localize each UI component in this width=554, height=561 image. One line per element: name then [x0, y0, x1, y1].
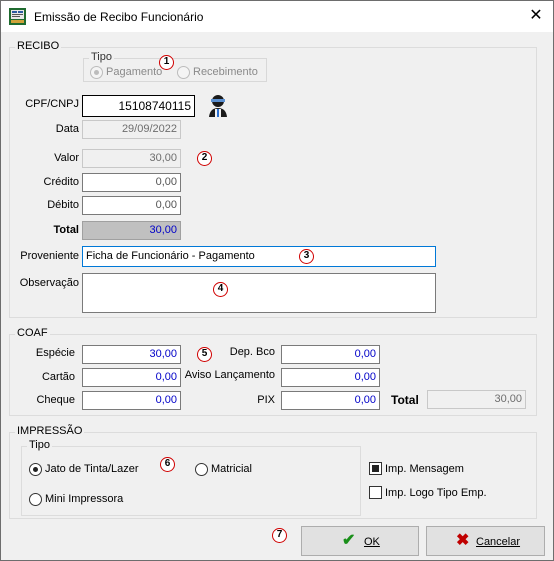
window-title: Emissão de Recibo Funcionário [34, 10, 204, 24]
checkbox-imp-logo[interactable] [369, 486, 382, 499]
annotation-badge-3: 3 [299, 249, 314, 264]
data-label: Data [55, 123, 79, 135]
title-bar: Emissão de Recibo Funcionário ✕ [1, 1, 553, 32]
cartao-label: Cartão [41, 371, 75, 383]
cheque-label: Cheque [36, 394, 75, 406]
annotation-badge-7: 7 [272, 528, 287, 543]
user-search-icon[interactable] [207, 93, 231, 117]
aviso-lancamento-input[interactable]: 0,00 [281, 368, 380, 387]
annotation-badge-2: 2 [197, 151, 212, 166]
total-field: 30,00 [82, 221, 181, 240]
cpf-label: CPF/CNPJ [25, 98, 79, 110]
recibo-legend: RECIBO [15, 40, 62, 52]
dep-bco-label: Dep. Bco [229, 346, 275, 358]
coaf-total-label: Total [391, 393, 419, 407]
pix-label: PIX [257, 394, 275, 406]
dialog-window: Emissão de Recibo Funcionário ✕ RECIBO T… [0, 0, 554, 561]
radio-pagamento[interactable] [90, 66, 103, 79]
especie-label: Espécie [35, 347, 75, 359]
annotation-badge-4: 4 [213, 282, 228, 297]
checkbox-imp-mensagem-label: Imp. Mensagem [385, 463, 464, 475]
receipt-app-icon [9, 8, 26, 25]
observacao-textarea[interactable] [82, 273, 436, 313]
close-button[interactable]: ✕ [523, 5, 549, 27]
debito-input[interactable]: 0,00 [82, 196, 181, 215]
total-label: Total [53, 224, 79, 236]
radio-matricial-label: Matricial [211, 463, 252, 475]
checkmark-icon: ✔ [342, 532, 356, 549]
radio-jato-tinta[interactable] [29, 463, 42, 476]
valor-label: Valor [54, 152, 79, 164]
proveniente-input[interactable]: Ficha de Funcionário - Pagamento [82, 246, 436, 267]
annotation-badge-6: 6 [160, 457, 175, 472]
cancel-button-label: Cancelar [476, 536, 521, 548]
checkbox-imp-logo-label: Imp. Logo Tipo Emp. [385, 487, 487, 499]
valor-field: 30,00 [82, 149, 181, 168]
data-field: 29/09/2022 [82, 120, 181, 139]
radio-pagamento-label: Pagamento [106, 66, 163, 78]
credito-input[interactable]: 0,00 [82, 173, 181, 192]
radio-recebimento[interactable] [177, 66, 190, 79]
checkbox-imp-mensagem[interactable] [369, 462, 382, 475]
ok-button-label: OK [364, 536, 380, 548]
ok-button[interactable]: ✔ OK [301, 526, 419, 556]
especie-input[interactable]: 30,00 [82, 345, 181, 364]
coaf-legend: COAF [15, 327, 50, 339]
radio-mini-impressora-label: Mini Impressora [45, 493, 124, 505]
annotation-badge-1: 1 [159, 55, 174, 70]
cartao-input[interactable]: 0,00 [82, 368, 181, 387]
radio-matricial[interactable] [195, 463, 208, 476]
cpf-input[interactable]: 15108740115 [82, 95, 195, 117]
red-x-icon: ✖ [456, 532, 470, 549]
credito-label: Crédito [43, 176, 79, 188]
radio-jato-tinta-label: Jato de Tinta/Lazer [45, 463, 139, 475]
observacao-label: Observação [19, 277, 79, 289]
debito-label: Débito [47, 199, 79, 211]
cheque-input[interactable]: 0,00 [82, 391, 181, 410]
proveniente-label: Proveniente [20, 250, 79, 262]
radio-mini-impressora[interactable] [29, 493, 42, 506]
coaf-total-field: 30,00 [427, 390, 526, 409]
dep-bco-input[interactable]: 0,00 [281, 345, 380, 364]
impressao-tipo-legend: Tipo [27, 439, 52, 451]
cancel-button[interactable]: ✖ Cancelar [426, 526, 545, 556]
aviso-lancamento-label: Aviso Lançamento [184, 369, 275, 381]
impressao-tipo-group [21, 446, 361, 516]
impressao-legend: IMPRESSÃO [15, 425, 85, 437]
pix-input[interactable]: 0,00 [281, 391, 380, 410]
tipo-legend: Tipo [89, 51, 114, 63]
radio-recebimento-label: Recebimento [193, 66, 258, 78]
